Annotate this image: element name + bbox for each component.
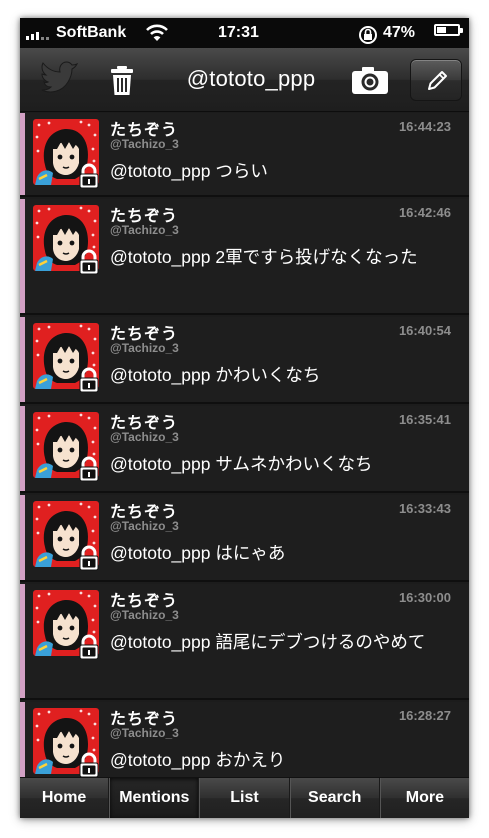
pencil-icon <box>428 71 447 90</box>
tweet-text: @tototo_ppp サムネかわいくなち <box>110 454 373 474</box>
tab-home[interactable]: Home <box>20 778 110 818</box>
user-handle: @Tachizo_3 <box>110 726 179 740</box>
tweet-timestamp: 16:42:46 <box>398 205 451 220</box>
user-handle: @Tachizo_3 <box>110 608 179 622</box>
status-time: 17:31 <box>218 24 259 41</box>
tweet-row[interactable]: たちぞう @Tachizo_3 16:40:54 @tototo_ppp かわい… <box>20 317 469 404</box>
tweet-row[interactable]: たちぞう @Tachizo_3 16:44:23 @tototo_ppp つらい <box>20 113 469 197</box>
user-handle: @Tachizo_3 <box>110 519 179 533</box>
user-handle: @Tachizo_3 <box>110 430 179 444</box>
mention-accent-bar <box>20 406 25 491</box>
tweet-row[interactable]: たちぞう @Tachizo_3 16:33:43 @tototo_ppp はにゃ… <box>20 495 469 582</box>
carrier-name: SoftBank <box>56 24 127 41</box>
tweet-text: @tototo_ppp おかえり <box>110 750 286 770</box>
tweet-timestamp: 16:30:00 <box>398 590 451 605</box>
user-handle: @Tachizo_3 <box>110 223 179 237</box>
user-handle: @Tachizo_3 <box>110 341 179 355</box>
tweet-row[interactable]: たちぞう @Tachizo_3 16:30:00 @tototo_ppp 語尾に… <box>20 584 469 700</box>
tweet-row[interactable]: たちぞう @Tachizo_3 16:42:46 @tototo_ppp 2軍で… <box>20 199 469 315</box>
twitter-bird-icon[interactable] <box>38 60 80 100</box>
lock-icon <box>78 249 100 275</box>
tab-search[interactable]: Search <box>289 778 380 818</box>
user-handle: @Tachizo_3 <box>110 137 179 151</box>
trash-icon[interactable] <box>104 62 140 98</box>
tweet-text: @tototo_ppp 語尾にデブつけるのやめて <box>110 632 426 652</box>
battery-percent: 47% <box>383 24 416 41</box>
lock-icon <box>78 752 100 777</box>
tweet-timestamp: 16:40:54 <box>398 323 451 338</box>
page-title: @tototo_ppp <box>186 66 316 91</box>
tab-mentions[interactable]: Mentions <box>109 778 200 818</box>
tweet-text: @tototo_ppp はにゃあ <box>110 543 286 563</box>
tweet-text: @tototo_ppp かわいくなち <box>110 365 321 385</box>
tweet-timestamp: 16:28:27 <box>398 708 451 723</box>
mention-accent-bar <box>20 584 25 698</box>
mention-accent-bar <box>20 199 25 313</box>
wifi-icon <box>146 24 168 47</box>
tweet-row[interactable]: たちぞう @Tachizo_3 16:28:27 @tototo_ppp おかえ… <box>20 702 469 777</box>
lock-icon <box>78 456 100 482</box>
signal-strength-icon <box>26 24 49 40</box>
mention-accent-bar <box>20 113 25 195</box>
mention-accent-bar <box>20 317 25 402</box>
phone-screen: SoftBank 17:31 47% @tototo_ppp たちぞう @Tac… <box>20 18 469 818</box>
mention-accent-bar <box>20 495 25 580</box>
tweet-list[interactable]: たちぞう @Tachizo_3 16:44:23 @tototo_ppp つらい <box>20 113 469 777</box>
tab-list[interactable]: List <box>199 778 290 818</box>
navigation-bar: @tototo_ppp <box>20 48 469 112</box>
lock-icon <box>78 545 100 571</box>
rotation-lock-icon <box>358 24 378 51</box>
lock-icon <box>78 634 100 660</box>
mention-accent-bar <box>20 702 25 777</box>
tweet-timestamp: 16:35:41 <box>398 412 451 427</box>
camera-icon[interactable] <box>350 64 390 96</box>
tweet-row[interactable]: たちぞう @Tachizo_3 16:35:41 @tototo_ppp サムネ… <box>20 406 469 493</box>
tab-more[interactable]: More <box>379 778 469 818</box>
tweet-timestamp: 16:44:23 <box>398 119 451 134</box>
compose-button[interactable] <box>410 59 462 101</box>
lock-icon <box>78 367 100 393</box>
tab-bar: Home Mentions List Search More <box>20 777 469 818</box>
tweet-timestamp: 16:33:43 <box>398 501 451 516</box>
battery-icon <box>434 24 463 36</box>
tweet-text: @tototo_ppp 2軍ですら投げなくなった <box>110 247 418 267</box>
lock-icon <box>78 163 100 189</box>
tweet-text: @tototo_ppp つらい <box>110 161 268 181</box>
status-bar: SoftBank 17:31 47% <box>20 18 469 48</box>
